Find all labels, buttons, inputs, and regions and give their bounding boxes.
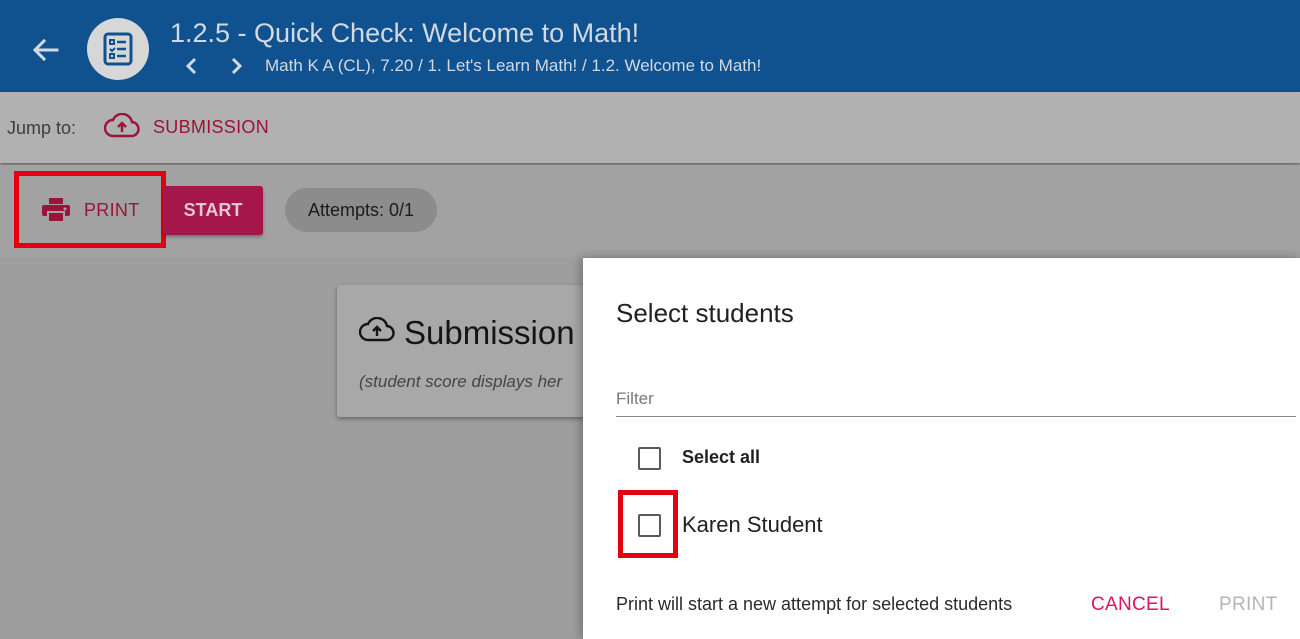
- dialog-note: Print will start a new attempt for selec…: [616, 594, 1013, 614]
- dialog-print-button[interactable]: PRINT: [1219, 594, 1278, 616]
- assignment-icon: [103, 32, 133, 66]
- chevron-right-icon: [231, 57, 243, 75]
- arrow-left-icon: [32, 38, 59, 62]
- breadcrumb[interactable]: Math K A (CL), 7.20 / 1. Let's Learn Mat…: [265, 56, 761, 76]
- filter-input[interactable]: [616, 382, 1296, 417]
- submission-card: Submission (student score displays her: [337, 285, 597, 417]
- student-name[interactable]: Karen Student: [682, 512, 823, 538]
- chevron-left-icon: [185, 57, 197, 75]
- jump-submission-label: SUBMISSION: [153, 117, 270, 137]
- app-header: 1.2.5 - Quick Check: Welcome to Math! Ma…: [0, 0, 1300, 92]
- cloud-upload-icon: [359, 317, 395, 342]
- back-button[interactable]: [30, 36, 60, 64]
- submission-title: Submission: [404, 314, 575, 351]
- previous-item-button[interactable]: [183, 56, 201, 76]
- jump-bar: Jump to: SUBMISSION: [0, 92, 1300, 163]
- jump-to-label: Jump to:: [7, 118, 77, 138]
- next-item-button[interactable]: [227, 56, 245, 76]
- start-button[interactable]: START: [163, 186, 263, 235]
- submission-note: (student score displays her: [359, 372, 563, 391]
- page-title: 1.2.5 - Quick Check: Welcome to Math!: [170, 18, 640, 48]
- select-all-label[interactable]: Select all: [682, 447, 760, 468]
- dialog-title: Select students: [616, 298, 794, 328]
- select-all-checkbox[interactable]: [638, 447, 661, 470]
- student-checkbox[interactable]: [638, 514, 661, 537]
- printer-icon: [42, 198, 70, 223]
- assignment-avatar: [87, 18, 149, 80]
- print-button[interactable]: PRINT: [20, 176, 150, 238]
- attempts-badge: Attempts: 0/1: [285, 188, 437, 232]
- select-students-dialog: Select students Select all Karen Student…: [583, 258, 1300, 639]
- cloud-upload-icon: [104, 113, 140, 138]
- cancel-button[interactable]: CANCEL: [1091, 594, 1170, 616]
- print-button-label: PRINT: [84, 200, 140, 220]
